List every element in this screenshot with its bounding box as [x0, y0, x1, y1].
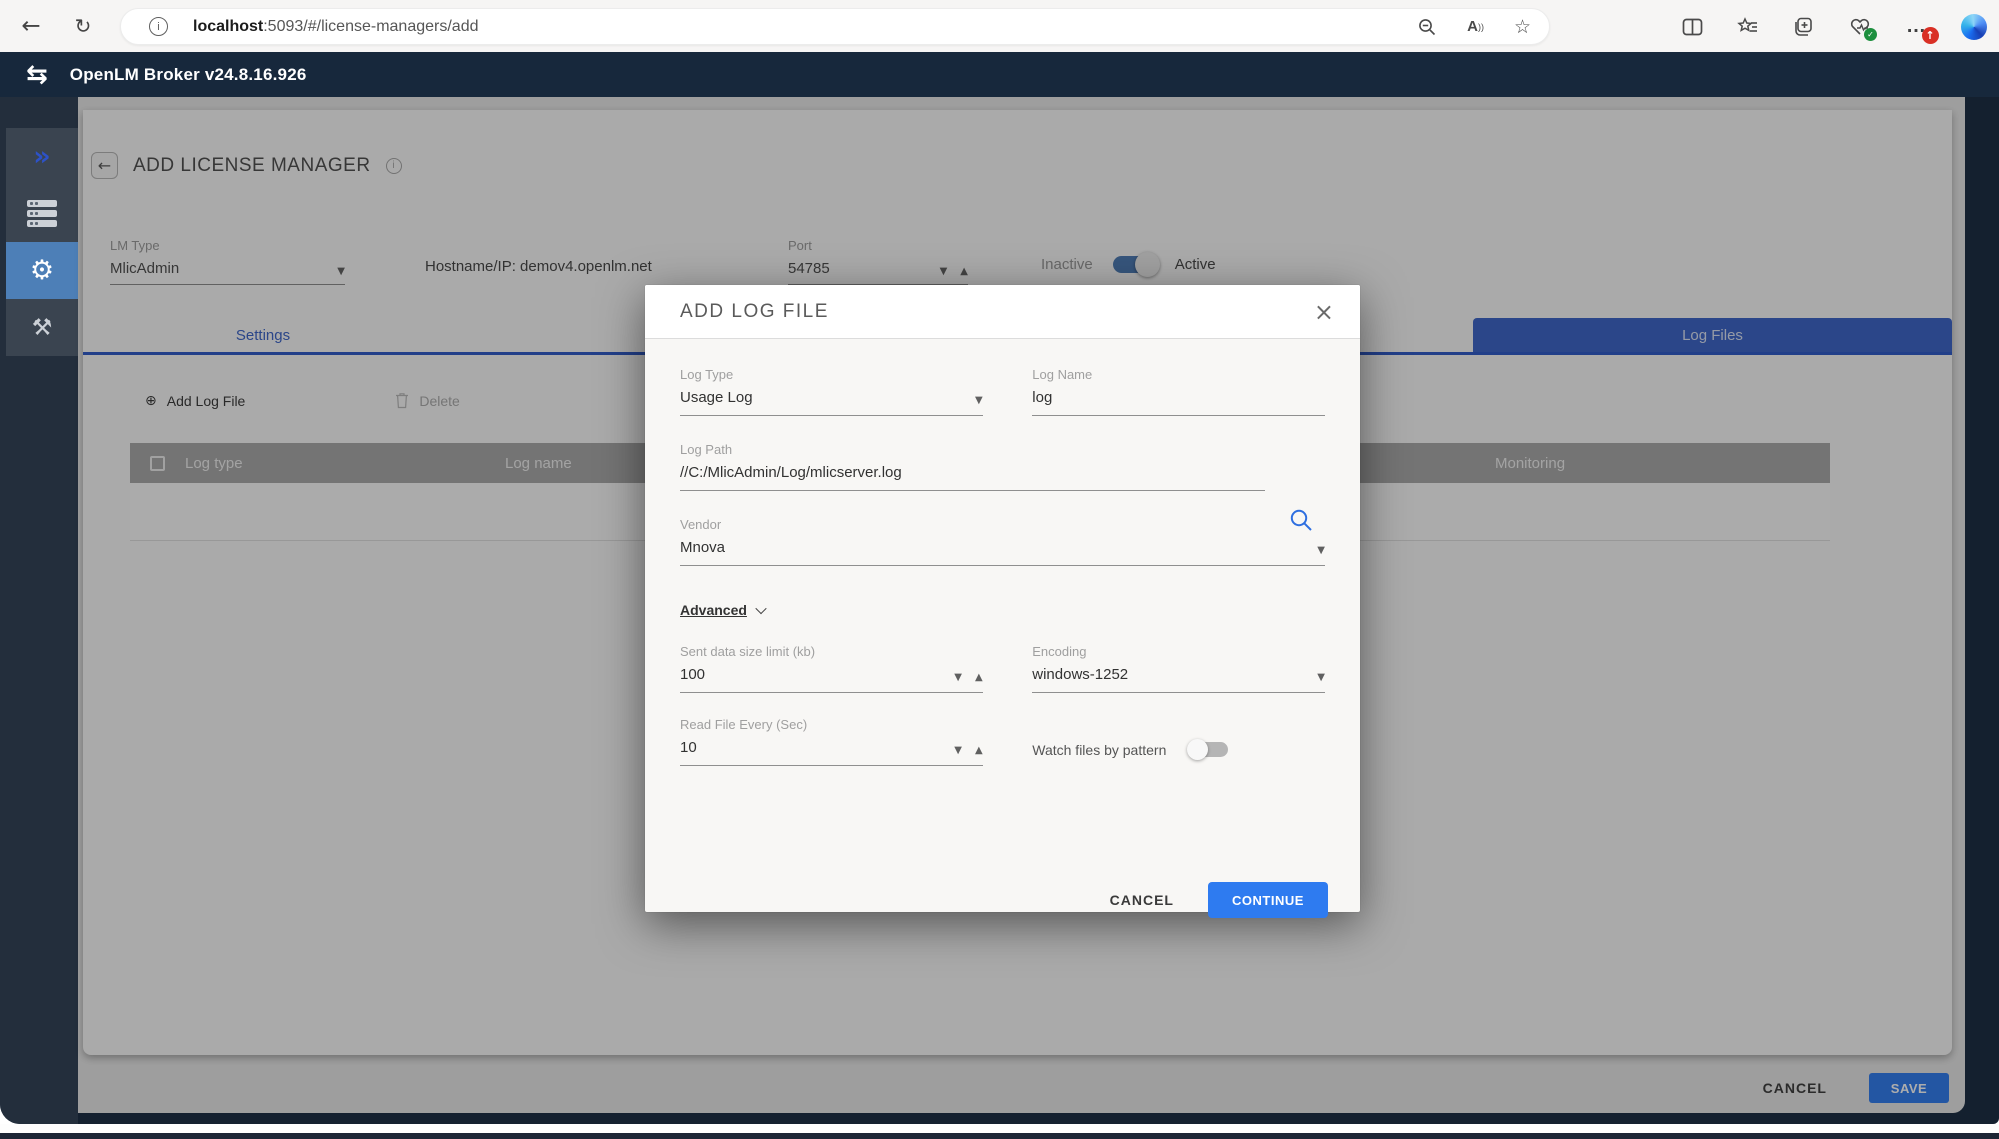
browser-essentials-icon[interactable]: ✓: [1848, 16, 1872, 37]
log-name-value: log: [1032, 389, 1325, 406]
sent-data-limit-value: 100: [680, 666, 954, 683]
sent-data-limit-label: Sent data size limit (kb): [680, 644, 983, 659]
zoom-out-icon[interactable]: [1417, 17, 1437, 37]
log-name-field[interactable]: Log Name log: [1032, 367, 1325, 416]
sidebar: » ⚙ ⚒: [0, 97, 78, 1124]
read-file-every-value: 10: [680, 739, 954, 756]
encoding-value: windows-1252: [1032, 666, 1317, 683]
browse-search-icon[interactable]: [1288, 507, 1315, 539]
collections-icon[interactable]: [1793, 17, 1814, 37]
screen-bottom-edge: [0, 1133, 1999, 1139]
url-text[interactable]: localhost:5093/#/license-managers/add: [193, 18, 478, 36]
chevron-down-icon: [755, 603, 766, 614]
browser-back-icon[interactable]: ←: [14, 9, 48, 43]
page-bottom-gap: [0, 1124, 1999, 1133]
add-log-file-dialog: ADD LOG FILE × Log Type Usage Log ▼ Log …: [645, 285, 1360, 912]
sent-data-limit-stepper[interactable]: Sent data size limit (kb) 100 ▼ ▲: [680, 644, 983, 693]
copilot-icon[interactable]: [1961, 14, 1987, 40]
browser-toolbar: ← ↻ i localhost:5093/#/license-managers/…: [0, 0, 1999, 52]
tools-icon: ⚒: [32, 315, 53, 341]
double-chevron-icon: »: [33, 143, 50, 170]
dialog-cancel-button[interactable]: CANCEL: [1110, 892, 1174, 908]
sidebar-expand-button[interactable]: »: [6, 128, 78, 185]
favorite-star-icon[interactable]: ☆: [1514, 16, 1531, 38]
log-type-value: Usage Log: [680, 389, 975, 406]
log-type-select[interactable]: Log Type Usage Log ▼: [680, 367, 983, 416]
site-info-icon[interactable]: i: [149, 17, 168, 36]
watch-files-toggle[interactable]: [1190, 742, 1228, 757]
spin-up-icon[interactable]: ▲: [975, 745, 983, 756]
spin-up-icon[interactable]: ▲: [975, 672, 983, 683]
favorites-bar-icon[interactable]: [1737, 17, 1759, 37]
chevron-down-icon: ▼: [975, 395, 983, 406]
sidebar-item-settings[interactable]: ⚙: [6, 242, 78, 299]
chevron-down-icon: ▼: [1317, 545, 1325, 556]
log-type-label: Log Type: [680, 367, 983, 382]
split-screen-icon[interactable]: [1682, 18, 1703, 36]
read-file-every-stepper[interactable]: Read File Every (Sec) 10 ▼ ▲: [680, 717, 983, 766]
log-path-label: Log Path: [680, 442, 1265, 457]
dialog-continue-button[interactable]: CONTINUE: [1208, 882, 1328, 918]
read-file-every-label: Read File Every (Sec): [680, 717, 983, 732]
chevron-down-icon: ▼: [1317, 672, 1325, 683]
spin-down-icon[interactable]: ▼: [954, 672, 962, 683]
dialog-title: ADD LOG FILE: [680, 301, 829, 323]
update-available-badge: ↑: [1922, 27, 1939, 44]
sidebar-item-license-managers[interactable]: [6, 185, 78, 242]
watch-files-label: Watch files by pattern: [1032, 742, 1166, 758]
log-path-field[interactable]: Log Path //C:/MlicAdmin/Log/mlicserver.l…: [680, 442, 1265, 491]
advanced-toggle-link[interactable]: Advanced: [680, 602, 1325, 618]
openlm-broker-app: ⇆ OpenLM Broker v24.8.16.926 » ⚙ ⚒ ← ADD…: [0, 52, 1999, 1124]
spin-down-icon[interactable]: ▼: [954, 745, 962, 756]
gear-icon: ⚙: [30, 255, 54, 286]
encoding-label: Encoding: [1032, 644, 1325, 659]
encoding-select[interactable]: Encoding windows-1252 ▼: [1032, 644, 1325, 693]
read-aloud-icon[interactable]: A)): [1467, 18, 1484, 35]
vendor-select[interactable]: Vendor Mnova ▼: [680, 517, 1325, 566]
sidebar-item-tools[interactable]: ⚒: [6, 299, 78, 356]
openlm-logo-icon: ⇆: [26, 62, 48, 88]
browser-refresh-icon[interactable]: ↻: [66, 9, 100, 43]
vendor-label: Vendor: [680, 517, 1325, 532]
log-path-value: //C:/MlicAdmin/Log/mlicserver.log: [680, 464, 1265, 481]
vendor-value: Mnova: [680, 539, 1317, 556]
settings-more-icon[interactable]: … ↑: [1906, 15, 1927, 38]
address-bar[interactable]: i localhost:5093/#/license-managers/add …: [120, 8, 1550, 45]
servers-icon: [27, 200, 57, 227]
close-icon[interactable]: ×: [1314, 300, 1334, 324]
log-name-label: Log Name: [1032, 367, 1325, 382]
essentials-ok-badge: ✓: [1864, 28, 1877, 41]
app-title: OpenLM Broker v24.8.16.926: [70, 65, 307, 85]
advanced-label: Advanced: [680, 602, 747, 618]
app-header: ⇆ OpenLM Broker v24.8.16.926: [0, 52, 1999, 97]
